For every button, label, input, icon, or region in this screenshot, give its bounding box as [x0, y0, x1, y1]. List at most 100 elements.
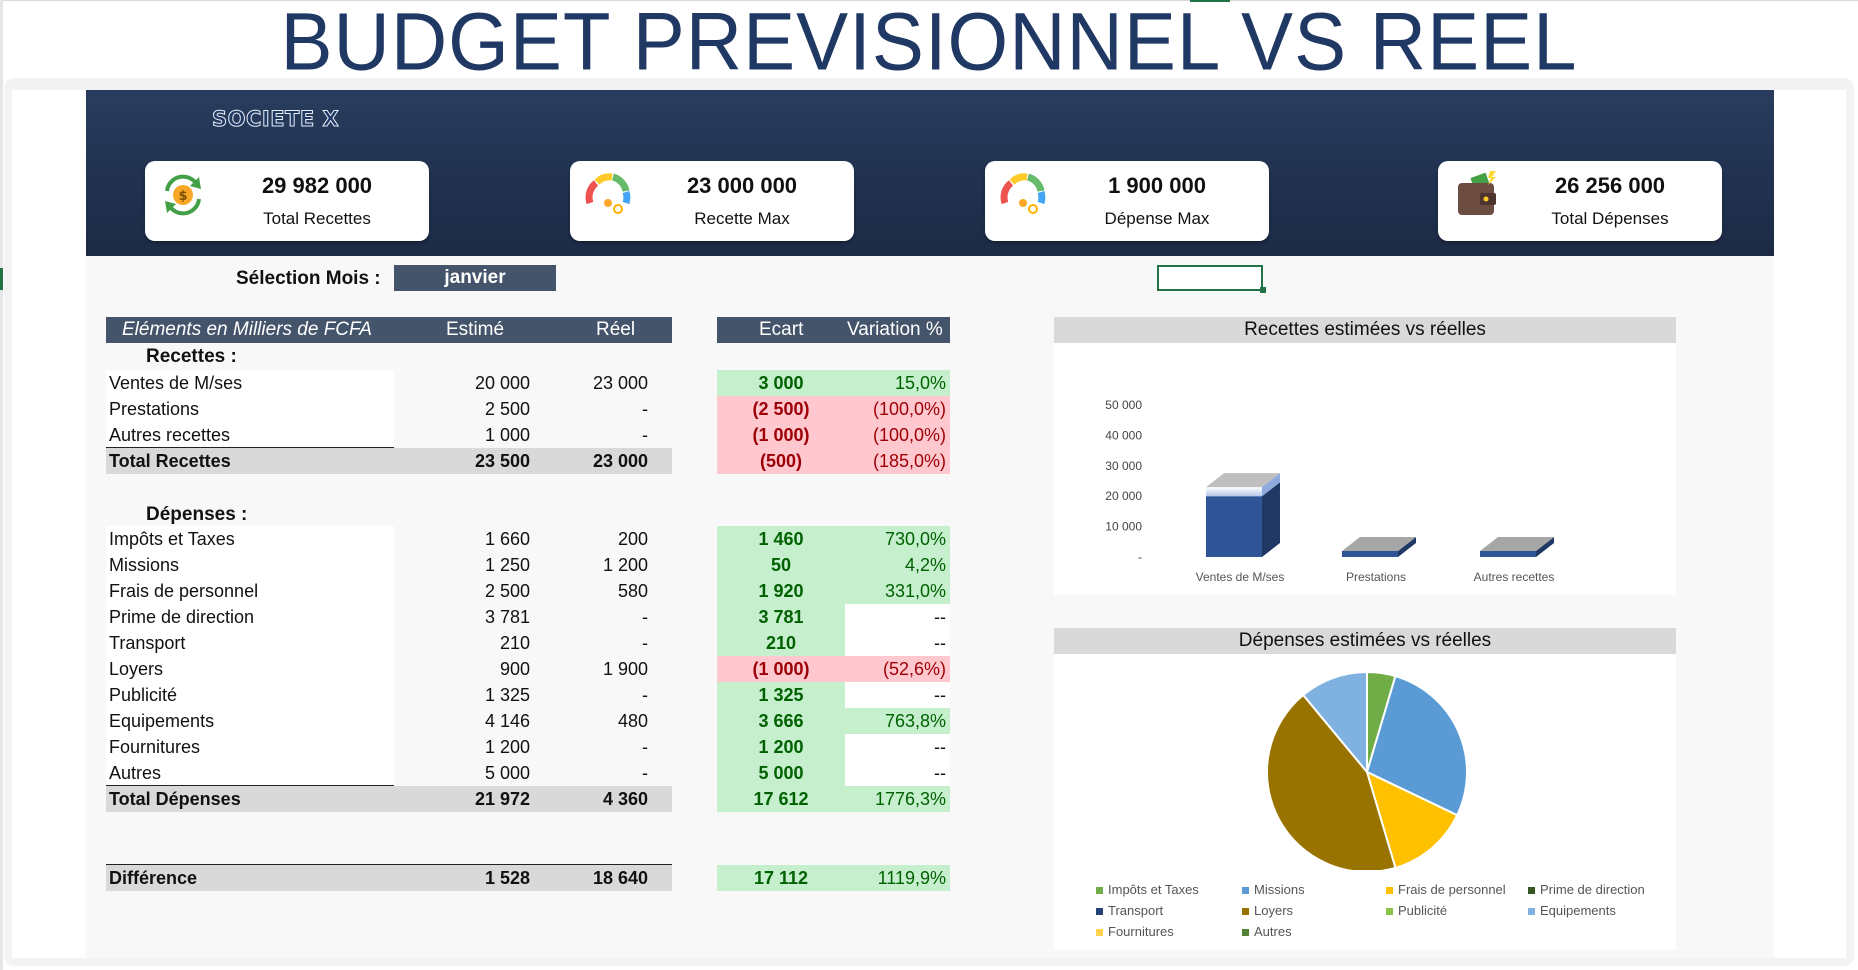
header-reel: Réel: [596, 319, 636, 340]
legend-label: Impôts et Taxes: [1108, 882, 1199, 897]
row-variation: (185,0%): [872, 451, 946, 471]
row-variation: (100,0%): [872, 399, 946, 419]
row-label: Missions: [109, 555, 180, 575]
legend-label: Fournitures: [1108, 924, 1174, 939]
row-reel: 4 360: [602, 789, 648, 809]
y-tick-label: 30 000: [1105, 459, 1142, 473]
legend-label: Missions: [1254, 882, 1305, 897]
row-variation: 730,0%: [884, 529, 946, 549]
header-elements: Eléments en Milliers de FCFA: [122, 319, 372, 340]
row-reel: -: [642, 763, 648, 783]
row-variation: --: [934, 607, 946, 627]
row-label: Ventes de M/ses: [109, 373, 243, 393]
legend-item: Transport: [1096, 903, 1163, 918]
page-title: BUDGET PREVISIONNEL VS REEL: [280, 0, 1578, 88]
depenses-pie-chart: [1266, 670, 1468, 870]
row-ecart: 1 460: [758, 529, 804, 549]
row-variation: --: [934, 763, 946, 783]
row-variation: 4,2%: [904, 555, 946, 575]
row-estime: 1 528: [484, 868, 530, 888]
legend-swatch: [1242, 887, 1249, 895]
row-reel: 200: [617, 529, 648, 549]
row-selection-marker: [0, 268, 3, 290]
y-tick-label: 20 000: [1105, 489, 1142, 503]
row-variation: 15,0%: [894, 373, 946, 393]
kpi-label: Total Dépenses: [1551, 209, 1669, 228]
row-ecart: 5 000: [758, 763, 804, 783]
kpi-card-total-depenses: 26 256 000 Total Dépenses: [1438, 161, 1722, 241]
row-label: Total Dépenses: [109, 789, 241, 809]
row-ecart: 17 612: [753, 789, 809, 809]
kpi-card-recette-max: 23 000 000 Recette Max: [570, 161, 854, 241]
row-label: Impôts et Taxes: [109, 529, 235, 549]
legend-item: Loyers: [1242, 903, 1293, 918]
row-reel: 480: [617, 711, 648, 731]
row-estime: 1 200: [484, 737, 530, 757]
y-tick-label: 40 000: [1105, 428, 1142, 442]
row-reel: -: [642, 737, 648, 757]
row-ecart: 1 200: [758, 737, 804, 757]
legend-swatch: [1528, 908, 1535, 916]
row-label: Prestations: [109, 399, 200, 419]
legend-swatch: [1242, 929, 1249, 937]
kpi-value: 26 256 000: [1554, 173, 1666, 198]
bar-reel: [1206, 487, 1262, 497]
legend-item: Impôts et Taxes: [1096, 882, 1199, 897]
month-selector[interactable]: janvier: [394, 265, 556, 291]
row-variation: --: [934, 737, 946, 757]
row-ecart: 210: [765, 633, 797, 653]
row-estime: 210: [499, 633, 530, 653]
header-estime: Estimé: [446, 319, 505, 340]
row-reel: -: [642, 607, 648, 627]
row-label: Autres: [109, 763, 162, 783]
kpi-value: 23 000 000: [686, 173, 798, 198]
company-name: SOCIETE X: [211, 107, 340, 132]
row-label: Transport: [109, 633, 186, 653]
month-selection-label: Sélection Mois :: [236, 268, 381, 289]
row-reel: -: [642, 399, 648, 419]
x-tick-label: Autres recettes: [1474, 570, 1555, 584]
row-estime: 1 250: [484, 555, 530, 575]
legend-item: Prime de direction: [1528, 882, 1645, 897]
header-ecart: Ecart: [759, 319, 804, 340]
row-estime: 1 000: [484, 425, 530, 445]
legend-item: Publicité: [1386, 903, 1447, 918]
row-ecart: 17 112: [753, 868, 809, 888]
kpi-value: 1 900 000: [1108, 173, 1206, 198]
legend-label: Autres: [1254, 924, 1292, 939]
row-ecart: 50: [770, 555, 792, 575]
fill-handle[interactable]: [1260, 287, 1266, 293]
active-cell-cursor[interactable]: [1157, 265, 1263, 291]
recettes-bar-chart: 50 000 40 000 30 000 20 000 10 000 - Ventes de…: [1105, 398, 1555, 584]
depenses-chart-title: Dépenses estimées vs réelles: [1054, 628, 1676, 654]
legend-label: Publicité: [1398, 903, 1448, 918]
row-ecart: 1 920: [758, 581, 804, 601]
row-estime: 20 000: [474, 373, 530, 393]
kpi-value: 29 982 000: [261, 173, 373, 198]
row-reel: -: [642, 425, 648, 445]
bar-estime: [1480, 551, 1536, 557]
row-ecart: (1 000): [752, 659, 810, 679]
row-label: Frais de personnel: [109, 581, 259, 601]
section-depenses: Dépenses :: [146, 504, 248, 525]
row-label: Equipements: [109, 711, 215, 731]
row-label: Loyers: [109, 659, 164, 679]
row-label: Total Recettes: [109, 451, 231, 471]
recettes-chart-title: Recettes estimées vs réelles: [1054, 317, 1676, 343]
bar-estime: [1342, 551, 1398, 557]
row-ecart: 1 325: [758, 685, 804, 705]
kpi-card-depense-max: 1 900 000 Dépense Max: [985, 161, 1269, 241]
legend-item: Fournitures: [1096, 924, 1174, 939]
section-recettes: Recettes :: [146, 346, 237, 367]
row-reel: -: [642, 633, 648, 653]
row-estime: 1 325: [484, 685, 530, 705]
legend-label: Loyers: [1254, 903, 1294, 918]
row-estime: 21 972: [474, 789, 530, 809]
row-variation: (52,6%): [882, 659, 946, 679]
row-label: Fournitures: [109, 737, 201, 757]
row-reel: -: [642, 685, 648, 705]
legend-swatch: [1096, 929, 1103, 937]
row-variation: 763,8%: [884, 711, 946, 731]
row-estime: 900: [499, 659, 530, 679]
legend-item: Autres: [1242, 924, 1292, 939]
